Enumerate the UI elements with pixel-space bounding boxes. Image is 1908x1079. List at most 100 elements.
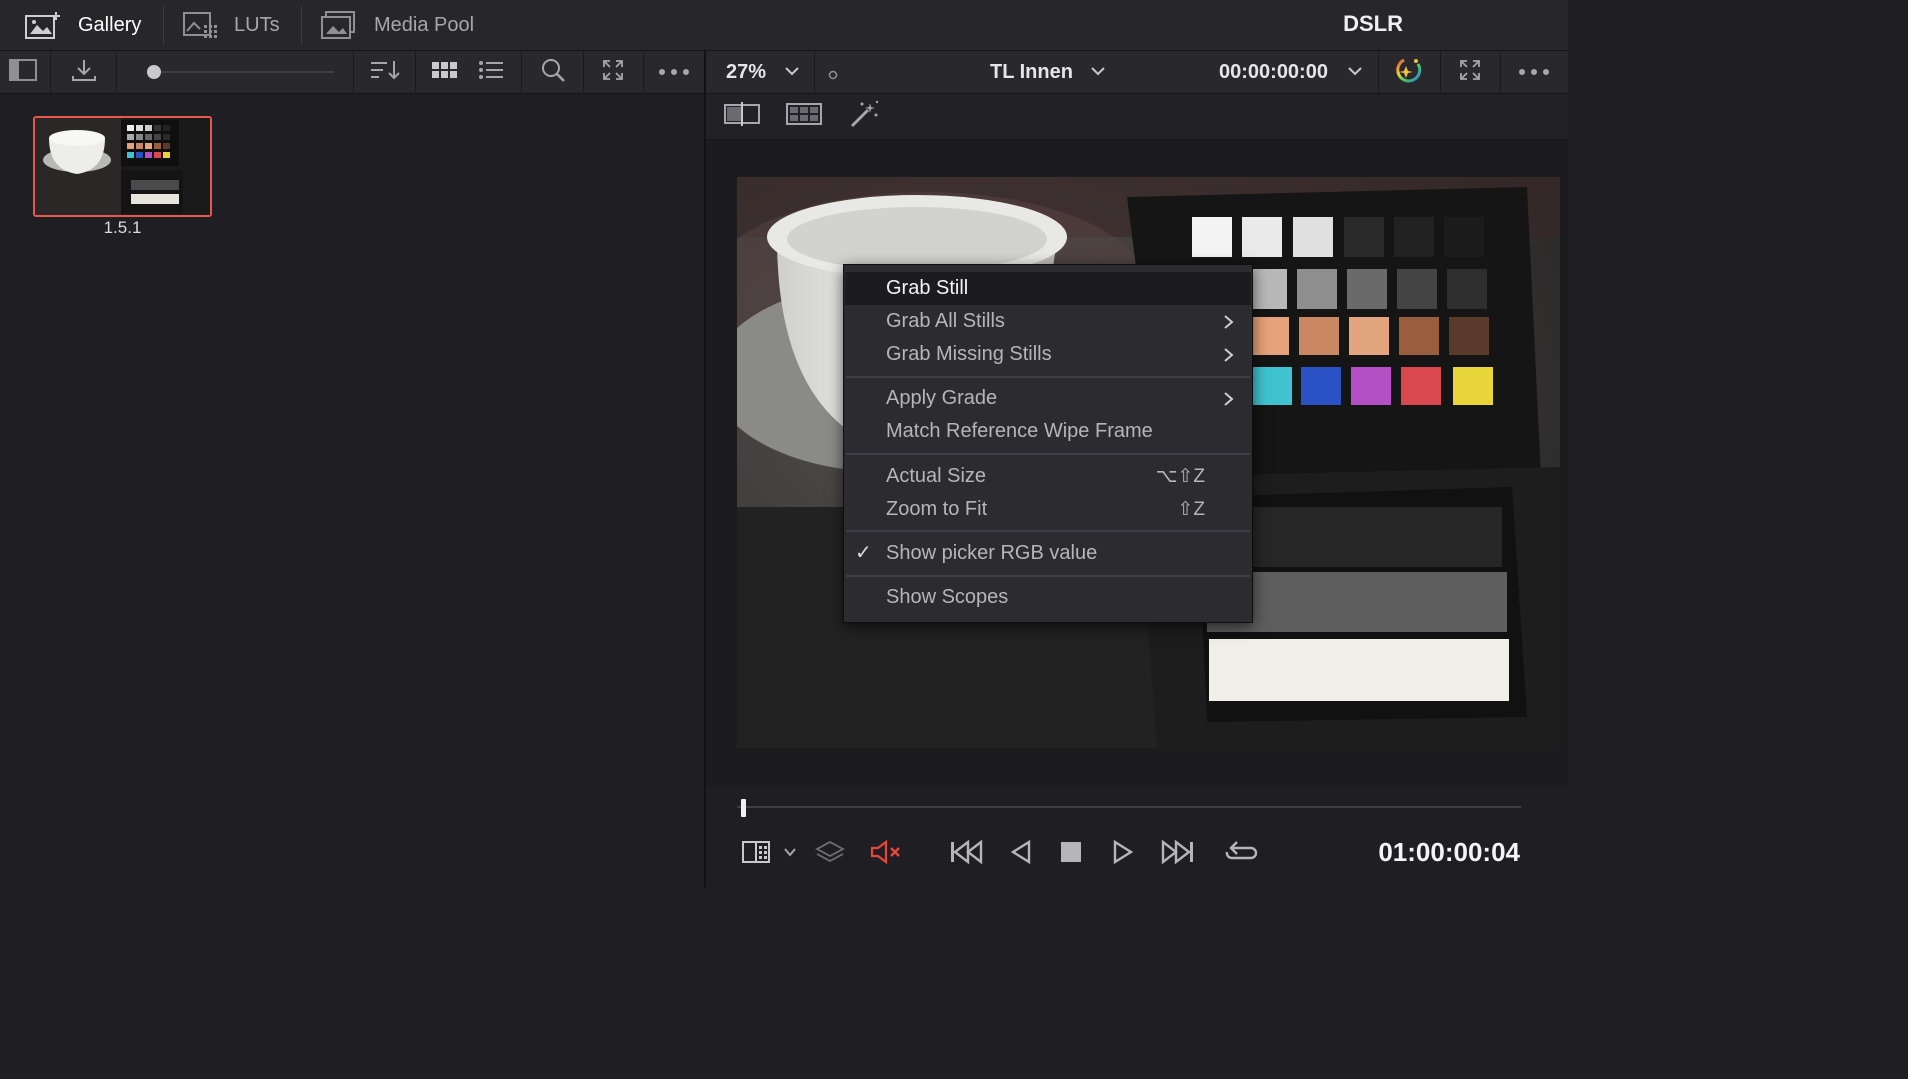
play-icon — [1112, 839, 1134, 869]
chevron-right-icon — [1223, 305, 1235, 341]
chevron-right-icon — [1223, 338, 1235, 374]
list-view-button[interactable] — [474, 51, 508, 93]
split-screen-icon — [786, 102, 822, 131]
project-title: DSLR — [1343, 11, 1403, 36]
menu-item-show-picker-rgb-value[interactable]: ✓ Show picker RGB value — [845, 537, 1251, 570]
menu-separator — [846, 575, 1250, 577]
grid-view-icon — [431, 60, 459, 85]
sort-icon — [369, 58, 401, 87]
menu-item-grab-missing-stills[interactable]: Grab Missing Stills — [845, 338, 1251, 371]
clip-name-dropdown[interactable]: TL Innen — [990, 51, 1073, 93]
clip-name: TL Innen — [990, 61, 1073, 83]
menu-item-match-reference-wipe-frame[interactable]: Match Reference Wipe Frame — [845, 415, 1251, 448]
tab-media-pool-label: Media Pool — [374, 13, 475, 36]
expand-icon — [1459, 59, 1481, 86]
menu-item-grab-all-stills[interactable]: Grab All Stills — [845, 305, 1251, 338]
menu-item-label: Grab Missing Stills — [886, 343, 1052, 365]
gallery-toolbar — [0, 51, 704, 94]
menu-item-zoom-to-fit[interactable]: Zoom to Fit ⇧Z — [845, 493, 1251, 526]
play-button[interactable] — [1108, 836, 1138, 872]
zoom-dropdown[interactable]: 27% — [726, 51, 766, 93]
gallery-fullscreen-button[interactable] — [596, 51, 630, 93]
layers-button[interactable] — [812, 836, 848, 872]
viewer-mode-button[interactable] — [738, 836, 774, 872]
timeline-scrubber[interactable] — [737, 806, 1521, 808]
zoom-value: 27% — [726, 61, 767, 83]
chevron-right-icon — [1223, 382, 1235, 418]
still-thumbnail-image — [35, 118, 210, 215]
tab-media-pool[interactable]: Media Pool — [320, 0, 474, 50]
menu-item-grab-still[interactable]: Grab Still — [845, 272, 1251, 305]
import-still-button[interactable] — [64, 51, 104, 93]
sidebar-toggle-icon — [9, 58, 37, 86]
viewer-tools — [706, 94, 1568, 140]
viewer-toolbar: 27% TL Innen 00:00:00:00 — [706, 51, 1568, 94]
list-view-icon — [478, 60, 504, 85]
loop-button[interactable] — [1220, 836, 1262, 872]
skip-to-end-icon — [1160, 839, 1196, 870]
tab-gallery[interactable]: Gallery — [24, 0, 141, 50]
thumbnail-size-slider[interactable] — [150, 71, 334, 73]
tab-luts[interactable]: LUTs — [182, 0, 280, 50]
image-wipe-button[interactable] — [722, 94, 762, 139]
playhead-handle[interactable] — [741, 799, 746, 817]
stop-button[interactable] — [1056, 836, 1086, 872]
menu-item-shortcut: ⇧Z — [1177, 499, 1205, 520]
top-bar: Gallery LUTs Media Pool DSLR — [0, 0, 1568, 51]
viewer-mode-dropdown[interactable] — [780, 836, 800, 872]
timecode-dropdown[interactable]: 00:00:00:00 — [1219, 51, 1328, 93]
menu-item-label: Show Scopes — [886, 586, 1009, 608]
gallery-options-button[interactable] — [654, 51, 694, 93]
wipe-icon — [724, 102, 760, 131]
sidebar-toggle-button[interactable] — [6, 51, 40, 93]
menu-item-actual-size[interactable]: Actual Size ⌥⇧Z — [845, 460, 1251, 493]
viewer-mode-icon — [740, 839, 772, 870]
mute-button[interactable] — [866, 836, 906, 872]
highlight-mode-button[interactable] — [1388, 51, 1430, 93]
timecode-value: 00:00:00:00 — [1219, 61, 1328, 83]
menu-item-apply-grade[interactable]: Apply Grade — [845, 382, 1251, 415]
split-screen-button[interactable] — [784, 94, 824, 139]
menu-item-show-scopes[interactable]: Show Scopes — [845, 581, 1251, 614]
chevron-down-icon[interactable] — [1090, 63, 1106, 84]
viewer-fullscreen-button[interactable] — [1452, 51, 1488, 93]
chevron-down-icon — [783, 845, 797, 864]
luts-icon — [182, 11, 220, 39]
menu-item-label: Apply Grade — [886, 387, 998, 409]
checkmark-icon: ✓ — [855, 542, 872, 564]
layers-icon — [815, 838, 845, 871]
smart-tool-button[interactable] — [844, 94, 884, 139]
menu-item-label: Actual Size — [886, 465, 987, 487]
sort-button[interactable] — [366, 51, 404, 93]
viewer-options-button[interactable] — [1512, 51, 1556, 93]
grid-view-button[interactable] — [428, 51, 462, 93]
download-icon — [71, 58, 97, 87]
tab-luts-label: LUTs — [234, 13, 280, 36]
menu-item-label: Zoom to Fit — [886, 498, 988, 520]
go-to-end-button[interactable] — [1156, 836, 1200, 872]
search-icon — [540, 57, 566, 88]
chevron-down-icon[interactable] — [1347, 63, 1363, 84]
menu-item-label: Grab All Stills — [886, 310, 1005, 332]
search-button[interactable] — [534, 51, 572, 93]
speaker-muted-icon — [869, 839, 903, 870]
menu-separator — [846, 376, 1250, 378]
thumbnail-size-slider-handle[interactable] — [147, 65, 161, 79]
step-back-button[interactable] — [1006, 836, 1036, 872]
skip-to-start-icon — [948, 839, 984, 870]
reverse-play-icon — [1010, 839, 1032, 869]
color-wheel-icon — [1394, 56, 1424, 89]
gallery-icon — [24, 10, 64, 40]
chevron-down-icon[interactable] — [784, 63, 800, 84]
tab-gallery-label: Gallery — [78, 13, 142, 36]
go-to-start-button[interactable] — [944, 836, 988, 872]
expand-icon — [602, 59, 624, 86]
loop-icon — [1223, 838, 1259, 871]
context-menu: Grab Still Grab All Stills Grab Missing … — [843, 264, 1253, 623]
menu-item-label: Match Reference Wipe Frame — [886, 420, 1153, 442]
still-thumbnail[interactable] — [33, 116, 212, 217]
tab-divider — [301, 6, 302, 44]
menu-separator — [846, 453, 1250, 455]
playhead-timecode: 01:00:00:04 — [1378, 837, 1520, 867]
stop-icon — [1059, 840, 1083, 869]
